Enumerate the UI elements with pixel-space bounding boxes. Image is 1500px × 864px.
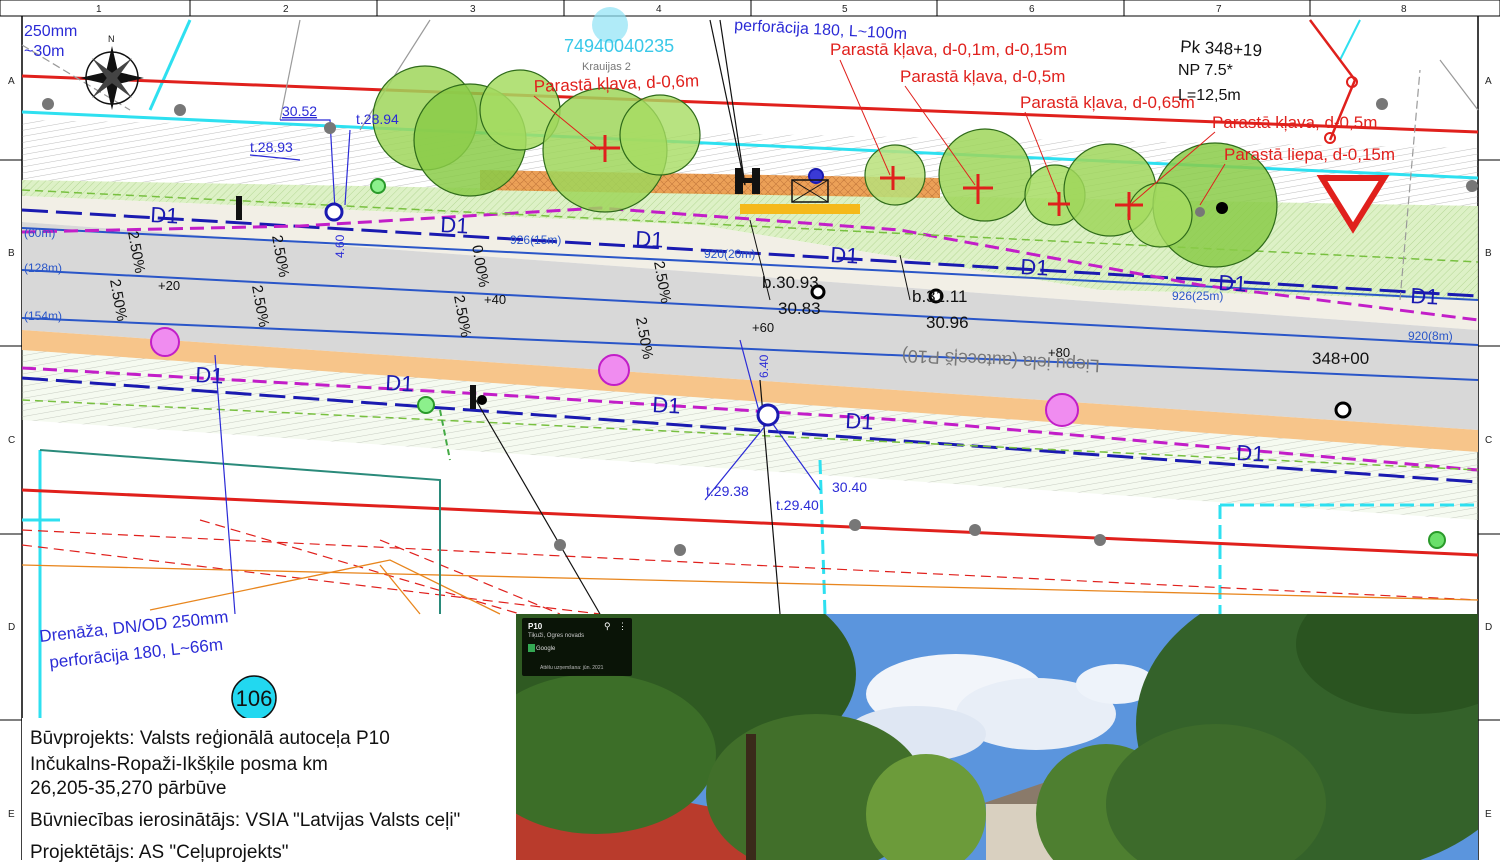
col-label: 1 <box>96 4 102 15</box>
ditch-label: D1 <box>195 362 224 388</box>
elevation-label: b.31.11 <box>912 287 967 306</box>
pipe-label: (154m) <box>24 309 62 323</box>
ditch-label: D1 <box>440 212 469 238</box>
designer-line: Projektētājs: AS "Ceļuprojekts" <box>30 842 289 863</box>
tree-label: Parastā kļava, d-0,5m <box>900 67 1065 86</box>
drainage-label-top-left: ~30m <box>24 43 64 60</box>
tree-label: Parastā kļava, d-0,5m <box>1212 113 1377 132</box>
column-ruler: 1 2 3 4 5 6 7 8 <box>0 0 1500 17</box>
col-label: 5 <box>842 4 848 15</box>
row-label: C <box>1485 435 1492 446</box>
more-options-icon[interactable]: ⋮ <box>618 621 627 632</box>
client-line: Būvniecības ierosinātājs: VSIA "Latvijas… <box>30 810 461 831</box>
elevation-label: t.29.40 <box>776 497 819 513</box>
station-label: +20 <box>158 278 180 293</box>
station-label: +40 <box>484 292 506 307</box>
street-view-photo: P10 Tiķuži, Ogres novads Google Attēlu u… <box>516 614 1478 860</box>
row-label: B <box>1485 248 1492 259</box>
cadastre-number: 74940040235 <box>564 36 674 56</box>
ditch-label: D1 <box>1410 283 1439 309</box>
drainage-label-top-left: 250mm <box>24 23 77 40</box>
row-label: E <box>8 809 15 820</box>
location-pin-icon[interactable]: ⚲ <box>604 621 611 632</box>
col-label: 6 <box>1029 4 1035 15</box>
project-info-block: Būvprojekts: Valsts reģionālā autoceļa P… <box>22 718 516 863</box>
street-view-image <box>516 614 1478 860</box>
ditch-label: D1 <box>652 392 681 418</box>
ditch-label: D1 <box>635 226 664 252</box>
project-line: Būvprojekts: Valsts reģionālā autoceļa P… <box>30 728 390 749</box>
pipe-label: 920(8m) <box>1408 329 1453 343</box>
row-label: A <box>1485 76 1492 87</box>
col-label: 4 <box>656 4 662 15</box>
elevation-label: 30.40 <box>832 479 867 495</box>
sheet-number: 106 <box>236 686 273 711</box>
chainage-label: NP 7.5* <box>1178 62 1233 79</box>
elevation-label: t.28.93 <box>250 139 293 155</box>
offset-label: 6.40 <box>757 354 771 378</box>
tree-label: Parastā kļava, d-0,65m <box>1020 93 1195 112</box>
pano-subtitle: Tiķuži, Ogres novads <box>528 633 585 639</box>
tree-label: Parastā kļava, d-0,1m, d-0,15m <box>830 40 1067 59</box>
col-label: 2 <box>283 4 289 15</box>
col-label: 3 <box>470 4 476 15</box>
elevation-label: 30.52 <box>282 103 317 119</box>
row-label: E <box>1485 809 1492 820</box>
elevation-label: t.29.38 <box>706 483 749 499</box>
pipe-label: 926(15m) <box>510 233 561 247</box>
sheet-number-badge: 106 <box>231 675 277 721</box>
row-label: B <box>8 248 15 259</box>
google-maps-icon <box>528 644 535 652</box>
offset-label: 4.60 <box>333 234 347 258</box>
ditch-label: D1 <box>1020 254 1049 280</box>
pano-date[interactable]: Attēlu uzņemšana: jūn. 2021 <box>540 665 603 671</box>
row-label: C <box>8 435 15 446</box>
elevation-label: 30.96 <box>926 313 969 332</box>
pano-title: P10 <box>528 622 543 631</box>
tree-label: Parastā liepa, d-0,15m <box>1224 145 1395 164</box>
ditch-label: D1 <box>1236 440 1265 466</box>
row-label: D <box>8 622 15 633</box>
pipe-label: (128m) <box>24 261 62 275</box>
row-label: D <box>1485 622 1492 633</box>
svg-text:N: N <box>108 34 115 44</box>
pano-brand: Google <box>536 646 556 652</box>
pipe-label: (60m) <box>24 226 55 240</box>
address-label: Krauijas 2 <box>582 61 631 73</box>
street-view-info-card[interactable]: P10 Tiķuži, Ogres novads Google Attēlu u… <box>522 618 632 676</box>
ditch-label: D1 <box>150 202 179 228</box>
station-label: 348+00 <box>1312 349 1369 368</box>
elevation-label: b.30.93 <box>762 273 819 292</box>
col-label: 8 <box>1401 4 1407 15</box>
station-label: +60 <box>752 320 774 335</box>
elevation-label: t.28.94 <box>356 111 399 127</box>
project-line: Inčukalns-Ropaži-Ikšķile posma km <box>30 754 328 775</box>
col-label: 7 <box>1216 4 1222 15</box>
row-label: A <box>8 76 15 87</box>
ditch-label: D1 <box>385 370 414 396</box>
project-line: 26,205-35,270 pārbūve <box>30 778 227 799</box>
elevation-label: 30.83 <box>778 299 821 318</box>
ditch-label: D1 <box>845 408 874 434</box>
ditch-label: D1 <box>830 242 859 268</box>
pipe-label: 926(25m) <box>1172 289 1223 303</box>
pipe-label: 920(20m) <box>704 247 755 261</box>
